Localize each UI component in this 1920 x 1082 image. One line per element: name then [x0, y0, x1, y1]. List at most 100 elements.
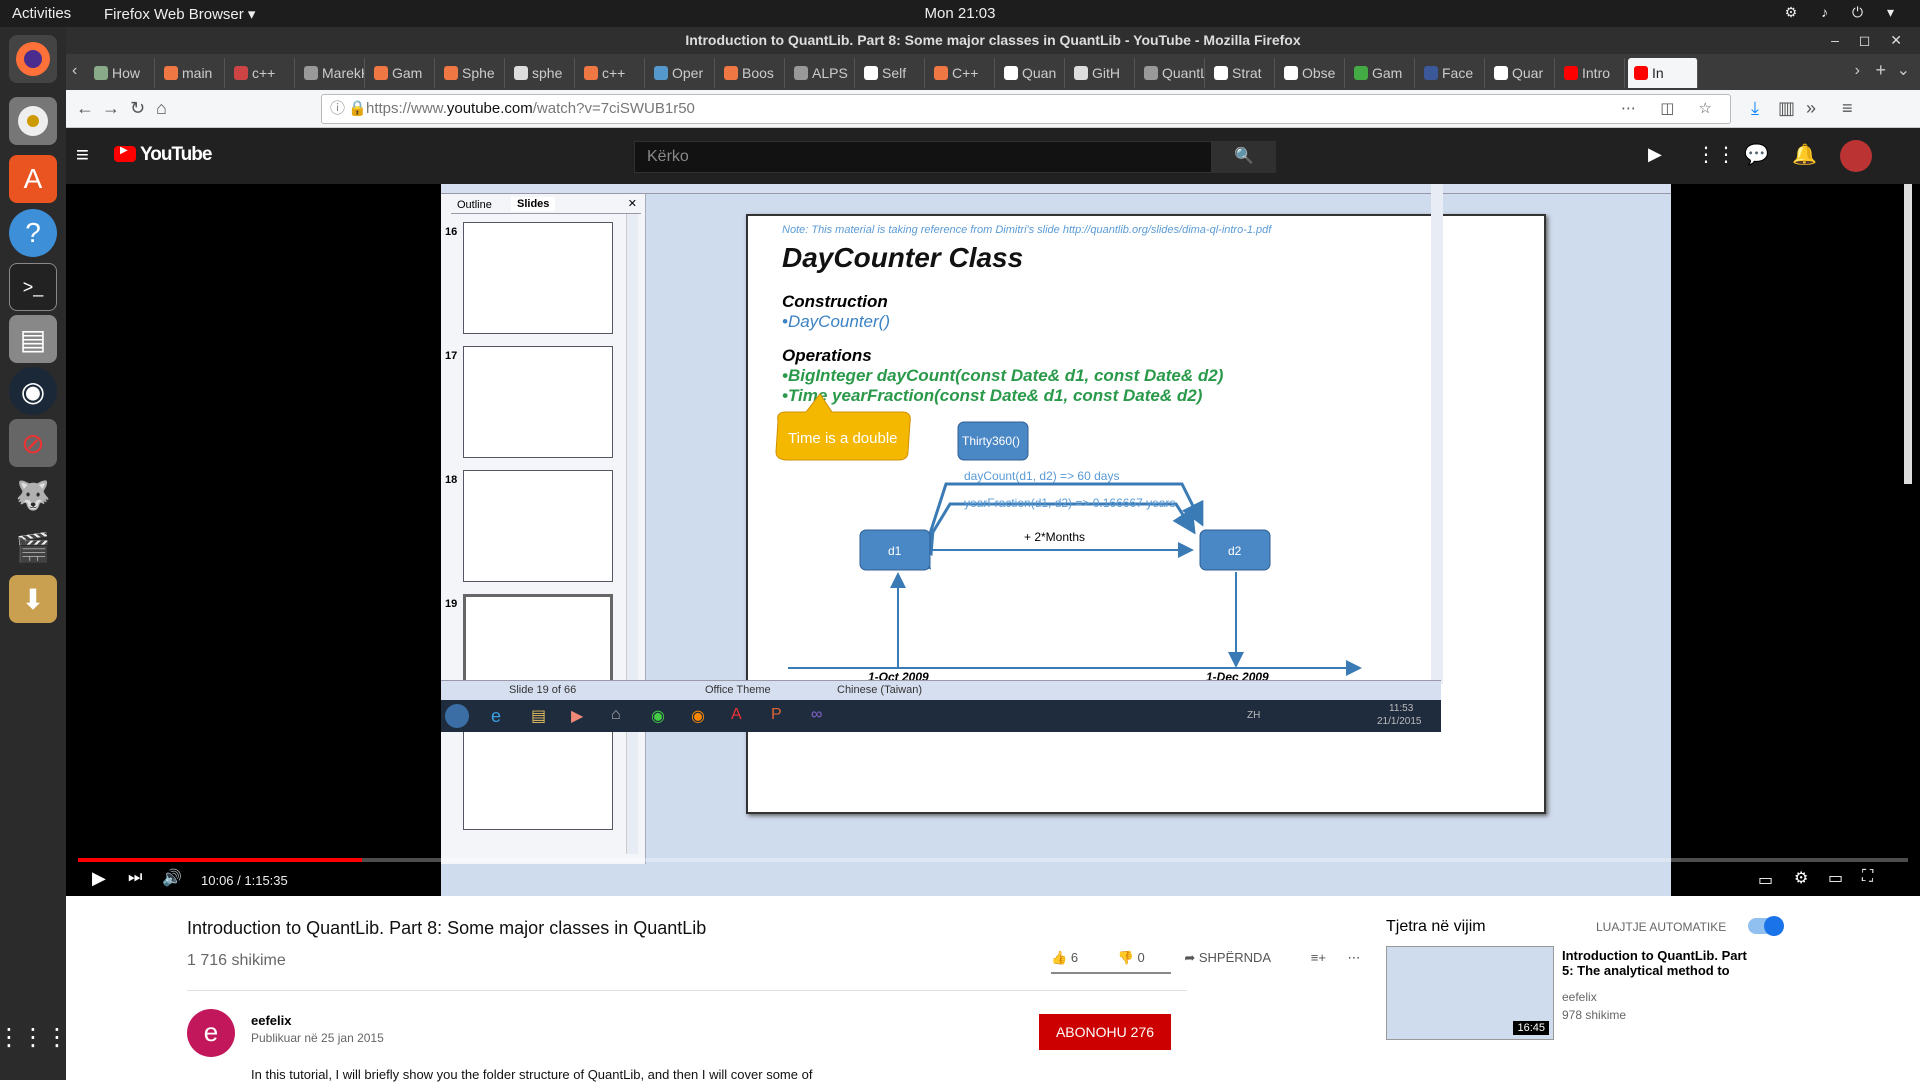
page-scrollbar[interactable] — [1904, 184, 1912, 484]
tab-list-chevron-icon[interactable]: ⌄ — [1897, 60, 1910, 80]
browser-tab[interactable]: Face — [1418, 58, 1485, 88]
account-avatar[interactable] — [1840, 140, 1872, 172]
browser-tab[interactable]: Strat — [1208, 58, 1275, 88]
browser-tab[interactable]: sphe — [508, 58, 575, 88]
channel-avatar[interactable]: e — [187, 1009, 235, 1057]
powerpoint-icon[interactable]: P — [771, 706, 782, 724]
messages-icon[interactable]: 💬 — [1744, 142, 1769, 167]
dislike-button[interactable]: 👎 0 — [1118, 950, 1163, 965]
slide-thumbnail[interactable] — [463, 470, 613, 582]
browser-tab[interactable]: c++ — [578, 58, 645, 88]
blocked-app-icon[interactable]: ⊘ — [9, 419, 57, 467]
firefox-icon[interactable] — [9, 35, 57, 83]
channel-name[interactable]: eefelix — [251, 1013, 291, 1028]
new-tab-icon[interactable]: + — [1875, 60, 1886, 81]
share-button[interactable]: ➦ SHPËRNDA — [1184, 950, 1289, 965]
info-icon[interactable]: ⓘ — [330, 95, 345, 123]
progress-bar[interactable] — [78, 858, 1908, 862]
up-next-title[interactable]: Introduction to QuantLib. Part 5: The an… — [1562, 948, 1762, 978]
slide-thumbnail[interactable] — [463, 346, 613, 458]
browser-tab[interactable]: ALPS — [788, 58, 855, 88]
page-actions-icon[interactable]: ⋯ ◫ ☆ — [1621, 95, 1722, 123]
browser-tab[interactable]: How — [88, 58, 155, 88]
slide-scrollbar[interactable] — [1431, 184, 1443, 684]
download-icon[interactable]: ⤓ — [1751, 98, 1759, 119]
slide-thumbnail[interactable] — [463, 718, 613, 830]
steam-icon[interactable]: ◉ — [9, 367, 57, 415]
browser-tab[interactable]: Obse — [1278, 58, 1345, 88]
browser-tab[interactable]: Gam — [1348, 58, 1415, 88]
browser-tab[interactable]: Gam — [368, 58, 435, 88]
help-icon[interactable]: ? — [9, 209, 57, 257]
browser-tab[interactable]: Quan — [998, 58, 1065, 88]
sidebar-icon[interactable]: ▥ — [1778, 98, 1795, 119]
browser-tab[interactable]: Oper — [648, 58, 715, 88]
browser-tab[interactable]: c++ — [228, 58, 295, 88]
software-center-icon[interactable]: A — [9, 155, 57, 203]
up-next-thumbnail[interactable]: 16:45 — [1386, 946, 1554, 1040]
slide-thumbnail[interactable] — [463, 222, 613, 334]
subtitles-icon[interactable]: ▭ — [1758, 870, 1773, 890]
back-icon[interactable]: ← — [76, 98, 94, 119]
autoplay-toggle[interactable] — [1748, 916, 1784, 936]
windows-start-icon[interactable] — [445, 704, 469, 728]
overflow-icon[interactable]: » — [1806, 98, 1816, 119]
more-options-icon[interactable]: ⋯ — [1348, 950, 1361, 965]
browser-tab[interactable]: C++ — [928, 58, 995, 88]
hamburger-icon[interactable]: ≡ — [76, 142, 89, 168]
pdf-icon[interactable]: A — [731, 706, 742, 724]
visual-studio-icon[interactable]: ∞ — [811, 706, 822, 724]
youtube-logo-text[interactable]: YouTube — [140, 144, 212, 166]
volume-icon[interactable]: 🔊 — [162, 868, 182, 888]
browser-tab[interactable]: Self — [858, 58, 925, 88]
tab-scroll-right-icon[interactable]: › — [1855, 62, 1860, 80]
browser-tab[interactable]: Sphe — [438, 58, 505, 88]
tab-outline[interactable]: Outline — [457, 199, 492, 211]
upload-video-icon[interactable]: ▶ — [1648, 144, 1662, 165]
show-apps-icon[interactable]: ⋮⋮⋮ — [0, 1013, 69, 1061]
system-tray[interactable]: ⚙ ♪ ⏻ ▾ — [1785, 4, 1904, 21]
app-icon[interactable]: ⌂ — [611, 706, 621, 724]
fullscreen-icon[interactable]: ⛶ — [1862, 868, 1873, 886]
browser-tab[interactable]: Boos — [718, 58, 785, 88]
subscribe-button[interactable]: ABONOHU 276 — [1039, 1014, 1171, 1050]
terminal-icon[interactable]: >_ — [9, 263, 57, 311]
thumbs-scrollbar[interactable] — [626, 214, 638, 854]
browser-tab[interactable]: GitH — [1068, 58, 1135, 88]
ime-indicator[interactable]: ZH — [1247, 710, 1260, 721]
window-controls[interactable]: ‒ ◻ ✕ — [1831, 27, 1910, 54]
browser-tab[interactable]: Quar — [1488, 58, 1555, 88]
browser-tab[interactable]: MarekK — [298, 58, 365, 88]
gimp-icon[interactable]: 🐺 — [9, 471, 57, 519]
downloads-folder-icon[interactable]: ⬇ — [9, 575, 57, 623]
files-icon[interactable]: ▤ — [9, 315, 57, 363]
browser-tab[interactable]: In — [1628, 58, 1698, 88]
activities-button[interactable]: Activities — [12, 5, 71, 22]
add-to-playlist-icon[interactable]: ≡+ — [1311, 950, 1326, 965]
home-icon[interactable]: ⌂ — [156, 98, 167, 119]
ie-icon[interactable]: e — [491, 706, 501, 727]
play-icon[interactable]: ▶ — [92, 868, 106, 889]
clock[interactable]: Mon 21:03 — [0, 5, 1920, 22]
app-menu[interactable]: Firefox Web Browser ▾ — [104, 5, 255, 23]
next-icon[interactable]: ⏭ — [128, 869, 142, 887]
media-icon[interactable]: ▶ — [571, 706, 583, 726]
search-input[interactable]: Kërko — [634, 141, 1212, 173]
video-player[interactable]: Outline Slides ✕ 1617181920 Note: This m… — [66, 184, 1920, 896]
rhythmbox-icon[interactable] — [9, 97, 57, 145]
menu-icon[interactable]: ≡ — [1842, 98, 1853, 119]
theater-mode-icon[interactable]: ▭ — [1828, 868, 1843, 888]
search-icon[interactable]: 🔍 — [1212, 141, 1276, 173]
forward-icon[interactable]: → — [102, 98, 120, 119]
close-pane-icon[interactable]: ✕ — [628, 197, 637, 210]
chrome-icon[interactable]: ◉ — [651, 706, 665, 726]
settings-icon[interactable]: ⚙ — [1794, 868, 1808, 888]
url-bar[interactable]: ⓘ 🔒 https://www.youtube.com/watch?v=7ciS… — [321, 94, 1731, 124]
browser-tab[interactable]: main — [158, 58, 225, 88]
browser-tab[interactable]: QuantLi — [1138, 58, 1205, 88]
tab-scroll-left-icon[interactable]: ‹ — [72, 62, 77, 80]
explorer-icon[interactable]: ▤ — [531, 706, 546, 726]
apps-grid-icon[interactable]: ⋮⋮ — [1696, 142, 1736, 167]
video-editor-icon[interactable]: 🎬 — [9, 523, 57, 571]
tab-slides[interactable]: Slides — [511, 197, 556, 211]
